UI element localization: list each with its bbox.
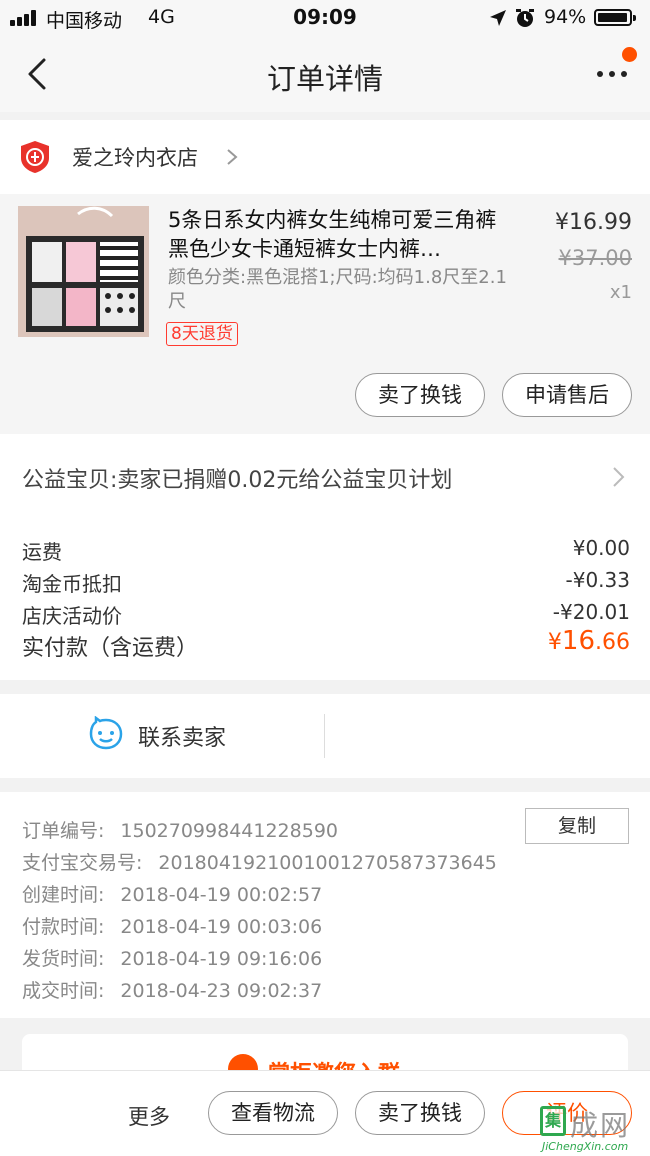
product-title[interactable]: 5条日系女内裤女生纯棉可爱三角裤黑色少女卡通短裤女士内裤… (168, 206, 508, 264)
shop-header[interactable]: 爱之玲内衣店 (0, 120, 650, 194)
return-policy-badge: 8天退货 (166, 322, 238, 346)
fee-value: ¥0.00 (572, 536, 630, 560)
total-amount: ¥16.66 (548, 626, 630, 656)
product-thumbnail[interactable] (18, 206, 149, 337)
chat-bubble-icon[interactable] (88, 716, 124, 752)
more-dots-icon[interactable] (594, 64, 630, 84)
shipped-time-row: 发货时间: 2018-04-19 09:16:06 (22, 944, 322, 971)
total-decimal: .66 (595, 630, 630, 655)
after-sales-button[interactable]: 申请售后 (502, 373, 632, 417)
copy-button[interactable]: 复制 (525, 808, 629, 844)
fee-row-coins: 淘金币抵扣 -¥0.33 (22, 568, 630, 597)
battery-percent: 94% (544, 6, 587, 28)
charity-row[interactable]: 公益宝贝:卖家已捐赠0.02元给公益宝贝计划 (0, 434, 650, 518)
fee-label: 店庆活动价 (22, 604, 122, 628)
total-integer: 16 (561, 626, 595, 656)
item-quantity: x1 (609, 282, 632, 303)
price-summary: 运费 ¥0.00 淘金币抵扣 -¥0.33 店庆活动价 -¥20.01 实付款（… (0, 518, 650, 680)
watermark-cn: 成网 (570, 1109, 631, 1142)
info-value: 2018-04-19 00:03:06 (120, 916, 323, 938)
order-info: 订单编号: 150270998441228590 复制 支付宝交易号: 201804… (0, 792, 650, 1018)
site-watermark: 集 成网 JiChengXin.com (540, 1106, 648, 1154)
chevron-right-icon (227, 149, 238, 165)
product-spec: 颜色分类:黑色混搭1;尺码:均码1.8尺至2.1尺 (168, 267, 507, 312)
sell-for-cash-button[interactable]: 卖了换钱 (355, 1091, 485, 1135)
chevron-right-icon (613, 467, 625, 487)
enterprise-shop-icon (21, 141, 49, 173)
product-image (18, 206, 149, 337)
nav-bar: 订单详情 (0, 36, 650, 112)
notification-dot (622, 47, 637, 62)
created-time-row: 创建时间: 2018-04-19 00:02:57 (22, 880, 322, 907)
order-number-row: 订单编号: 150270998441228590 (22, 816, 338, 843)
paid-time-row: 付款时间: 2018-04-19 00:03:06 (22, 912, 322, 939)
currency-symbol: ¥ (547, 630, 562, 655)
shop-name: 爱之玲内衣店 (72, 146, 198, 170)
location-arrow-icon (490, 10, 506, 26)
fee-row-shipping: 运费 ¥0.00 (22, 536, 630, 565)
total-paid-row: 实付款（含运费） ¥16.66 (22, 626, 630, 662)
fee-value: -¥20.01 (552, 600, 630, 624)
divider (324, 714, 325, 758)
total-label: 实付款（含运费） (22, 636, 199, 661)
contact-seller-button[interactable]: 联系卖家 (138, 720, 226, 752)
alarm-icon (516, 9, 534, 27)
item-original-price: ¥37.00 (558, 246, 632, 270)
info-label: 成交时间: (22, 980, 105, 1002)
fee-value: -¥0.33 (565, 568, 630, 592)
info-value: 2018-04-19 09:16:06 (120, 948, 323, 970)
info-label: 订单编号: (22, 820, 105, 842)
battery-icon (594, 9, 636, 26)
item-price: ¥16.99 (555, 210, 632, 235)
info-label: 支付宝交易号: (22, 852, 143, 874)
fee-row-promo: 店庆活动价 -¥20.01 (22, 600, 630, 629)
info-label: 发货时间: (22, 948, 105, 970)
view-logistics-button[interactable]: 查看物流 (208, 1091, 338, 1135)
info-value: 150270998441228590 (120, 820, 338, 842)
contact-section: 联系卖家 (0, 694, 650, 778)
sell-for-cash-button[interactable]: 卖了换钱 (355, 373, 485, 417)
charity-text: 公益宝贝:卖家已捐赠0.02元给公益宝贝计划 (22, 468, 453, 493)
info-label: 创建时间: (22, 884, 105, 906)
fee-label: 运费 (22, 540, 62, 564)
completed-time-row: 成交时间: 2018-04-23 09:02:37 (22, 976, 322, 1003)
info-value: 2018041921001001270587373645 (158, 852, 497, 874)
more-button[interactable]: 更多 (128, 1101, 170, 1131)
info-label: 付款时间: (22, 916, 105, 938)
info-value: 2018-04-19 00:02:57 (120, 884, 323, 906)
watermark-logo: 集 (540, 1106, 566, 1136)
watermark-en: JiChengXin.com (542, 1140, 629, 1153)
status-bar: 中国移动 4G 09:09 94% (0, 0, 650, 36)
order-item[interactable]: 5条日系女内裤女生纯棉可爱三角裤黑色少女卡通短裤女士内裤… 颜色分类:黑色混搭1… (0, 194, 650, 434)
page-title: 订单详情 (266, 62, 383, 96)
fee-label: 淘金币抵扣 (22, 572, 122, 596)
alipay-trade-row: 支付宝交易号: 2018041921001001270587373645 (22, 848, 497, 875)
info-value: 2018-04-23 09:02:37 (120, 980, 323, 1002)
